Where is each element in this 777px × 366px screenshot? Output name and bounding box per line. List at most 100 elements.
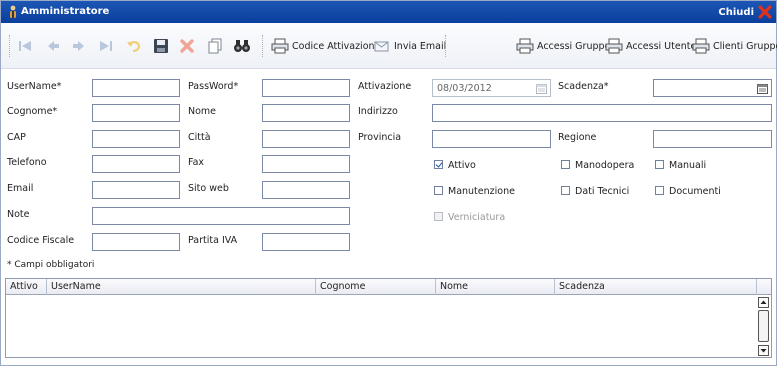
column-header-username[interactable]: UserName — [47, 279, 316, 295]
clienti-gruppo-label: Clienti Gruppo — [713, 40, 777, 52]
close-icon — [758, 5, 772, 19]
grid-scrollbar[interactable] — [758, 297, 769, 357]
grid-header: Attivo UserName Cognome Nome Scadenza — [6, 279, 771, 295]
scroll-thumb[interactable] — [758, 310, 769, 342]
sito-web-field[interactable] — [262, 181, 350, 199]
printer-icon — [692, 38, 710, 54]
users-grid: Attivo UserName Cognome Nome Scadenza — [5, 278, 772, 358]
regione-label: Regione — [558, 132, 597, 143]
provincia-field[interactable] — [432, 130, 551, 148]
telefono-field[interactable] — [92, 155, 180, 173]
codice-fiscale-label: Codice Fiscale — [7, 235, 75, 246]
admin-user-icon — [10, 5, 16, 18]
admin-window: Amministratore Chiudi Codice Attivazione… — [0, 0, 777, 366]
email-envelope-icon — [374, 41, 389, 52]
calendar-icon[interactable] — [536, 83, 547, 94]
first-record-icon — [19, 41, 31, 51]
partita-iva-field[interactable] — [262, 233, 350, 251]
scadenza-date-field[interactable] — [653, 79, 772, 97]
attivazione-label: Attivazione — [358, 81, 412, 92]
accessi-gruppo-label: Accessi Gruppo — [537, 40, 611, 52]
attivazione-date-field[interactable] — [432, 79, 551, 97]
save-button[interactable] — [153, 36, 169, 56]
codice-attivazione-label: Codice Attivazione — [292, 40, 381, 52]
verniciatura-checkbox-label: Verniciatura — [448, 212, 506, 223]
scroll-up-button[interactable] — [758, 297, 769, 308]
manutenzione-checkbox[interactable] — [434, 186, 443, 195]
invia-email-button[interactable]: Invia Email — [374, 36, 446, 56]
citta-field[interactable] — [262, 130, 350, 148]
toolbar-separator — [9, 35, 11, 57]
manodopera-checkbox[interactable] — [561, 160, 570, 169]
printer-icon — [605, 38, 623, 54]
email-field[interactable] — [92, 181, 180, 199]
undo-icon — [127, 41, 141, 53]
printer-icon — [516, 38, 534, 54]
new-document-button[interactable] — [207, 36, 223, 56]
column-header-nome[interactable]: Nome — [436, 279, 555, 295]
attivo-checkbox[interactable] — [434, 160, 443, 169]
partita-iva-label: Partita IVA — [188, 235, 238, 246]
documenti-checkbox[interactable] — [655, 186, 664, 195]
attivo-checkbox-label: Attivo — [448, 160, 476, 171]
undo-button[interactable] — [125, 36, 143, 56]
codice-fiscale-field[interactable] — [92, 233, 180, 251]
documenti-checkbox-label: Documenti — [669, 186, 721, 197]
password-field[interactable] — [262, 79, 350, 97]
accessi-gruppo-button[interactable]: Accessi Gruppo — [516, 36, 610, 56]
column-header-scadenza[interactable]: Scadenza — [555, 279, 757, 295]
column-header-attivo[interactable]: Attivo — [6, 279, 47, 295]
nome-field[interactable] — [262, 104, 350, 122]
cap-label: CAP — [7, 132, 26, 143]
cap-field[interactable] — [92, 130, 180, 148]
previous-record-button[interactable] — [45, 36, 61, 56]
scroll-down-button[interactable] — [758, 345, 769, 356]
indirizzo-label: Indirizzo — [358, 106, 398, 117]
manodopera-checkbox-label: Manodopera — [575, 160, 635, 171]
scadenza-label: Scadenza* — [558, 81, 609, 92]
calendar-icon[interactable] — [757, 83, 768, 94]
delete-icon — [180, 39, 194, 53]
close-button[interactable]: Chiudi — [718, 3, 772, 21]
dati-tecnici-checkbox-label: Dati Tecnici — [575, 186, 630, 197]
username-field[interactable] — [92, 79, 180, 97]
provincia-label: Provincia — [358, 132, 402, 143]
invia-email-label: Invia Email — [394, 40, 447, 52]
toolbar: Codice Attivazione Invia Email Accessi G… — [1, 23, 777, 69]
citta-label: Città — [188, 132, 211, 143]
clienti-gruppo-button[interactable]: Clienti Gruppo — [692, 36, 777, 56]
accessi-utente-button[interactable]: Accessi Utente — [605, 36, 696, 56]
last-record-button[interactable] — [97, 36, 115, 56]
search-button[interactable] — [233, 36, 251, 56]
next-record-icon — [73, 41, 84, 51]
window-title: Amministratore — [21, 6, 110, 17]
email-label: Email — [7, 183, 34, 194]
codice-attivazione-button[interactable]: Codice Attivazione — [271, 36, 380, 56]
cognome-label: Cognome* — [7, 106, 58, 117]
accessi-utente-label: Accessi Utente — [626, 40, 697, 52]
close-label: Chiudi — [718, 6, 754, 18]
save-icon — [154, 39, 168, 53]
previous-record-icon — [48, 41, 59, 51]
indirizzo-field[interactable] — [432, 104, 772, 122]
cognome-field[interactable] — [92, 104, 180, 122]
note-label: Note — [7, 209, 30, 220]
first-record-button[interactable] — [17, 36, 35, 56]
fax-field[interactable] — [262, 155, 350, 173]
search-binoculars-icon — [234, 40, 250, 52]
dati-tecnici-checkbox[interactable] — [561, 186, 570, 195]
column-header-cognome[interactable]: Cognome — [316, 279, 436, 295]
last-record-icon — [100, 41, 112, 51]
delete-button[interactable] — [179, 36, 195, 56]
manuali-checkbox[interactable] — [655, 160, 664, 169]
printer-icon — [271, 38, 289, 54]
note-field[interactable] — [92, 207, 350, 225]
arrow-up-icon — [760, 300, 767, 304]
fax-label: Fax — [188, 157, 205, 168]
next-record-button[interactable] — [71, 36, 87, 56]
regione-field[interactable] — [653, 130, 772, 148]
title-bar: Amministratore Chiudi — [1, 1, 776, 23]
password-label: PassWord* — [188, 81, 239, 92]
toolbar-separator — [445, 35, 447, 57]
toolbar-separator — [262, 35, 264, 57]
